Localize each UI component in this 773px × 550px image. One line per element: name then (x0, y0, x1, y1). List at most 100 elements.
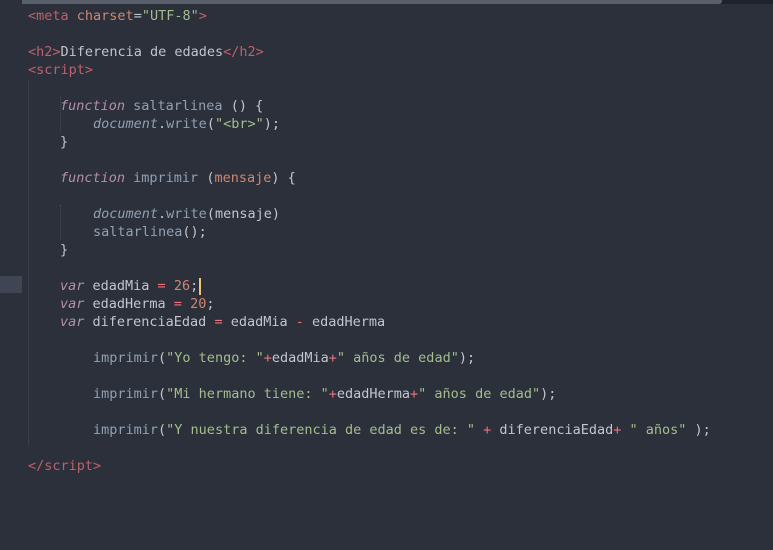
code-line: function imprimir (mensaje) { (0, 169, 773, 187)
token: script (36, 62, 85, 78)
token: imprimir (93, 422, 159, 438)
token: imprimir (93, 386, 159, 402)
scrollbar-thumb[interactable] (0, 0, 722, 4)
token: } (60, 242, 69, 258)
token: edadHerma (303, 314, 386, 330)
token: </ (223, 44, 240, 60)
token: > (93, 458, 102, 474)
token: > (84, 62, 94, 78)
token: write (166, 116, 207, 132)
code-line: imprimir("Yo tengo: "+edadMia+" años de … (0, 349, 773, 367)
token: meta (36, 8, 69, 24)
token: ( (206, 116, 215, 132)
token: saltarlinea (93, 224, 183, 240)
code-line: function saltarlinea () { (0, 97, 773, 115)
token: mensaje (214, 170, 272, 186)
token: function (60, 98, 126, 114)
token: imprimir (93, 350, 159, 366)
token: () { (222, 98, 264, 114)
token: charset (68, 8, 134, 24)
token: + (263, 350, 272, 366)
token: document (93, 116, 159, 132)
token: = (214, 314, 223, 330)
token: ; (206, 296, 215, 312)
token: = (133, 8, 142, 24)
token: ( (158, 386, 167, 402)
token: + (328, 386, 337, 402)
code-line: saltarlinea(); (0, 223, 773, 241)
token: ); (540, 386, 557, 402)
token: var (60, 278, 85, 294)
token: var (60, 296, 85, 312)
token: ); (263, 116, 280, 132)
token: . (158, 116, 167, 132)
token: (); (182, 224, 207, 240)
token: edadHerma (84, 296, 174, 312)
text-cursor (199, 277, 202, 295)
token: < (28, 62, 37, 78)
token: " años de edad" (336, 350, 459, 366)
token: + (410, 386, 419, 402)
token: edadHerma (336, 386, 411, 402)
token: h2 (36, 44, 53, 60)
token: </ (28, 458, 45, 474)
token: edadMia (222, 314, 296, 330)
token: = (173, 296, 182, 312)
token: Diferencia de edades (60, 44, 224, 60)
token: > (198, 8, 207, 24)
token: < (28, 44, 37, 60)
code-editor[interactable]: <meta charset="UTF-8"> <h2>Diferencia de… (0, 7, 773, 475)
token: - (295, 314, 304, 330)
token: } (60, 134, 69, 150)
token: "UTF-8" (141, 8, 199, 24)
token: script (44, 458, 94, 474)
token: = (157, 278, 166, 294)
token: diferenciaEdad (84, 314, 215, 330)
token: saltarlinea (125, 98, 223, 114)
token: ( (158, 350, 167, 366)
code-line: <meta charset="UTF-8"> (0, 7, 773, 25)
token: document (93, 206, 159, 222)
token: ); (458, 350, 476, 366)
token: " años" (621, 422, 687, 438)
code-line: </script> (0, 457, 773, 475)
code-line: } (0, 241, 773, 259)
token: imprimir (125, 170, 199, 186)
token: > (255, 44, 264, 60)
token: "Yo tengo: " (166, 350, 264, 366)
token: edadMia (271, 350, 329, 366)
token: "<br>" (214, 116, 264, 132)
code-line: imprimir("Mi hermano tiene: "+edadHerma+… (0, 385, 773, 403)
token: 26 (173, 278, 191, 294)
token: write (166, 206, 207, 222)
token: diferenciaEdad (499, 422, 614, 438)
token: ); (686, 422, 711, 438)
token: ) { (271, 170, 296, 186)
token: var (60, 314, 85, 330)
token: edadMia (84, 278, 158, 294)
code-line-current: var edadMia = 26; (0, 277, 773, 295)
token: 20 (190, 296, 207, 312)
token: + (328, 350, 337, 366)
code-line: } (0, 133, 773, 151)
token: < (28, 8, 37, 24)
horizontal-scrollbar[interactable] (0, 0, 773, 4)
code-line: <script> (0, 61, 773, 79)
token: "Mi hermano tiene: " (166, 386, 329, 402)
token: ; (190, 278, 199, 294)
code-line: document.write("<br>"); (0, 115, 773, 133)
code-line: imprimir("Y nuestra diferencia de edad e… (0, 421, 773, 439)
code-line: document.write(mensaje) (0, 205, 773, 223)
token: + (475, 422, 500, 438)
token: ( (158, 422, 167, 438)
